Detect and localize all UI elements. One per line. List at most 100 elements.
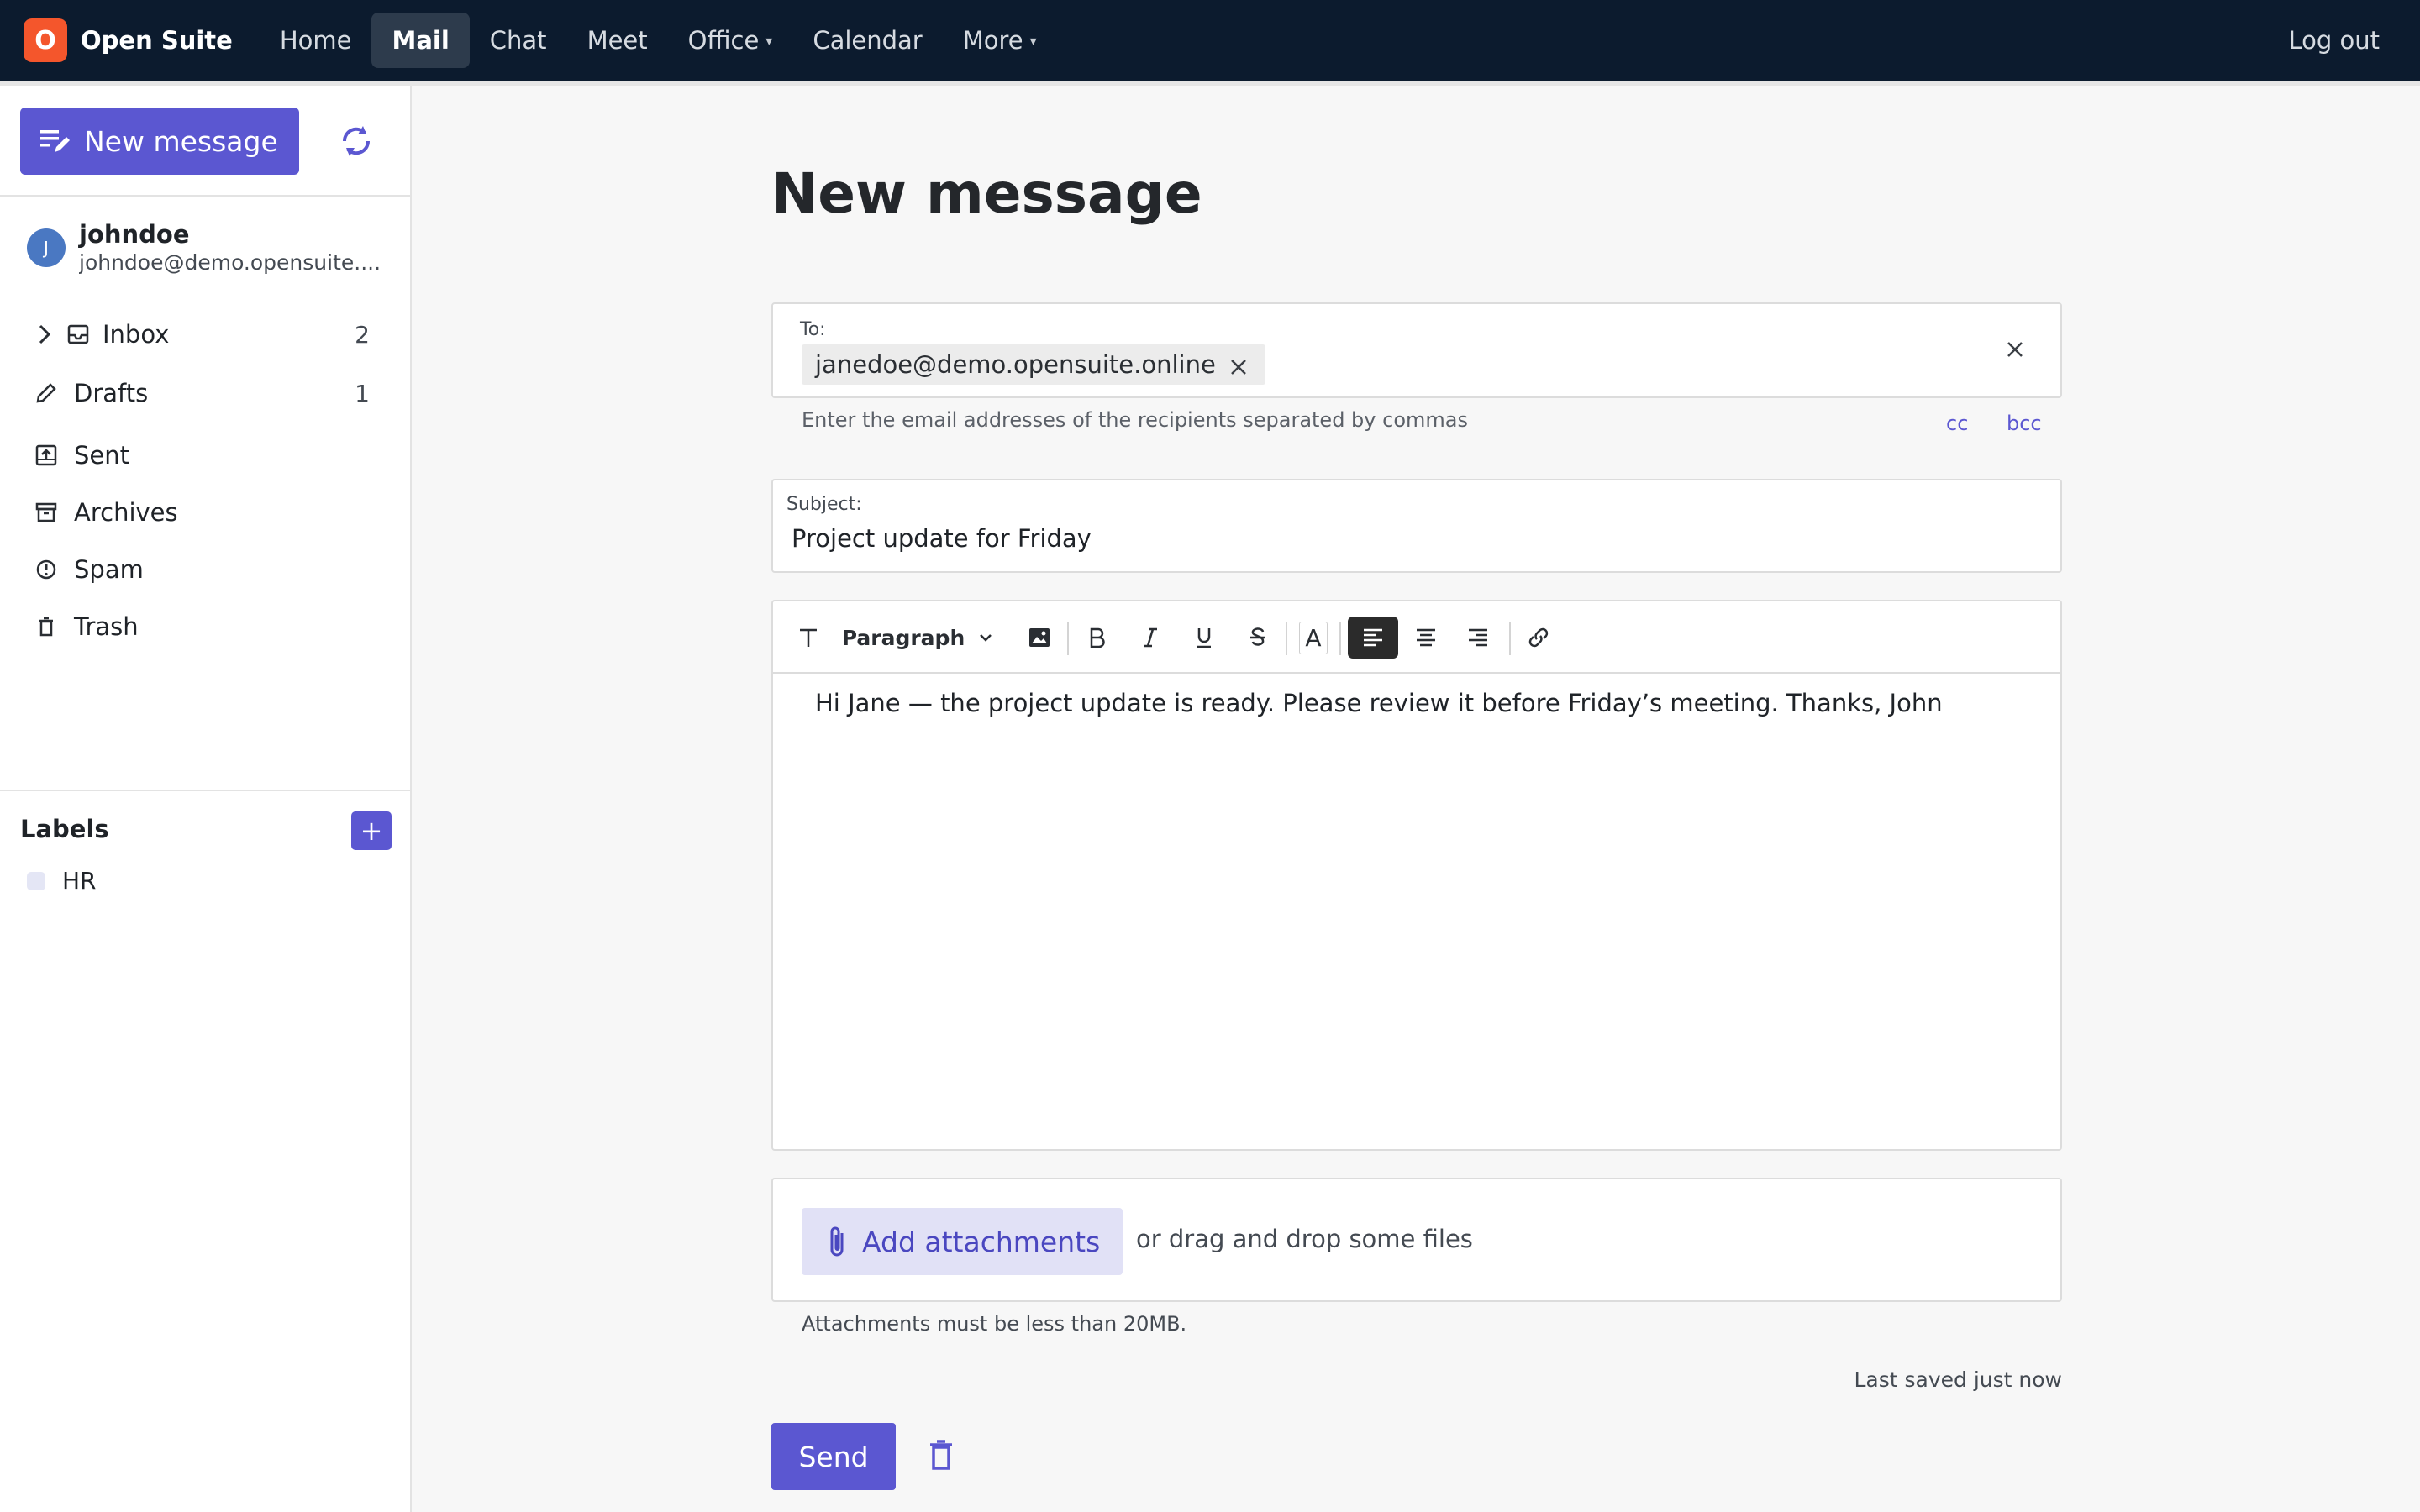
text-color-button[interactable]: A xyxy=(1294,618,1333,657)
add-attachments-button[interactable]: Add attachments xyxy=(802,1208,1123,1275)
compose-icon xyxy=(40,130,70,152)
sidebar-item-inbox[interactable]: Inbox 2 xyxy=(0,309,412,360)
avatar: J xyxy=(27,228,66,267)
sidebar-item-label: Drafts xyxy=(74,379,149,407)
paragraph-style-select[interactable]: Paragraph xyxy=(834,618,1002,657)
sidebar-item-label: Spam xyxy=(74,555,144,584)
align-center-icon xyxy=(1417,628,1435,647)
pencil-icon xyxy=(34,381,59,406)
recipients-hint: Enter the email addresses of the recipie… xyxy=(802,408,1468,432)
bold-button[interactable] xyxy=(1077,618,1116,657)
align-center-button[interactable] xyxy=(1405,618,1447,657)
archive-icon xyxy=(34,500,59,525)
sidebar-item-label: Archives xyxy=(74,498,178,527)
add-attachments-label: Add attachments xyxy=(862,1225,1101,1258)
account-text: johndoe johndoe@demo.opensuite.... xyxy=(79,220,415,275)
nav-item-office[interactable]: Office ▾ xyxy=(668,13,793,68)
new-message-button[interactable]: New message xyxy=(20,108,299,175)
close-icon xyxy=(1231,360,1246,375)
toolbar-divider xyxy=(1286,622,1287,655)
underline-button[interactable] xyxy=(1185,618,1223,657)
account-info[interactable]: J johndoe johndoe@demo.opensuite.... xyxy=(27,220,415,275)
cc-link[interactable]: cc xyxy=(1946,412,1968,435)
draft-count: 1 xyxy=(355,379,370,407)
to-field[interactable]: To: janedoe@demo.opensuite.online xyxy=(771,302,2062,398)
sidebar-divider xyxy=(0,195,412,197)
message-editor: Paragraph A Hi Jane — the project update… xyxy=(771,600,2062,1151)
to-label: To: xyxy=(800,319,826,340)
sidebar-item-archives[interactable]: Archives xyxy=(0,487,412,538)
text-color-icon: A xyxy=(1299,621,1328,654)
account-name: johndoe xyxy=(79,220,190,249)
nav-item-home[interactable]: Home xyxy=(260,13,372,68)
nav-item-calendar[interactable]: Calendar xyxy=(792,13,942,68)
strikethrough-icon xyxy=(1250,627,1265,646)
inbox-icon xyxy=(66,322,91,347)
attachments-dropzone[interactable]: Add attachments or drag and drop some fi… xyxy=(771,1178,2062,1302)
unread-count: 2 xyxy=(355,320,370,349)
sidebar-divider xyxy=(0,790,412,791)
italic-icon xyxy=(1144,627,1157,648)
plus-icon: + xyxy=(360,815,383,847)
save-status: Last saved just now xyxy=(1854,1368,2062,1392)
paragraph-style-label: Paragraph xyxy=(841,625,965,650)
attachment-size-note: Attachments must be less than 20MB. xyxy=(802,1312,1187,1336)
refresh-icon xyxy=(342,126,371,156)
nav-item-label: Calendar xyxy=(813,26,923,55)
toolbar-divider xyxy=(1509,622,1511,655)
recipient-chip[interactable]: janedoe@demo.opensuite.online xyxy=(802,344,1265,385)
nav-item-chat[interactable]: Chat xyxy=(470,13,567,68)
bcc-link[interactable]: bcc xyxy=(2007,412,2042,435)
sidebar-item-sent[interactable]: Sent xyxy=(0,430,412,480)
text-style-button[interactable] xyxy=(792,618,825,657)
nav-item-label: Home xyxy=(279,26,352,55)
logout-link[interactable]: Log out xyxy=(2288,26,2380,55)
subject-field[interactable]: Subject: Project update for Friday xyxy=(771,479,2062,573)
text-type-icon xyxy=(800,628,817,647)
align-right-button[interactable] xyxy=(1457,618,1499,657)
discard-draft-button[interactable] xyxy=(928,1438,955,1475)
chevron-down-icon xyxy=(980,634,992,642)
link-icon xyxy=(1528,627,1549,648)
sidebar-item-trash[interactable]: Trash xyxy=(0,601,412,652)
align-left-icon xyxy=(1364,628,1382,647)
nav-item-mail[interactable]: Mail xyxy=(371,13,470,68)
insert-image-button[interactable] xyxy=(1020,618,1059,657)
strikethrough-button[interactable] xyxy=(1239,618,1277,657)
bold-icon xyxy=(1090,627,1105,648)
sidebar-item-label: Trash xyxy=(74,612,139,641)
add-label-button[interactable]: + xyxy=(351,811,392,850)
recipient-chip-label: janedoe@demo.opensuite.online xyxy=(815,350,1216,379)
send-button[interactable]: Send xyxy=(771,1423,896,1490)
subject-input[interactable]: Project update for Friday xyxy=(792,524,1092,553)
refresh-button[interactable] xyxy=(334,119,378,163)
nav-item-more[interactable]: More ▾ xyxy=(943,13,1057,68)
label-item-hr[interactable]: HR xyxy=(27,867,97,895)
page-title: New message xyxy=(771,161,1202,226)
drop-hint: or drag and drop some files xyxy=(1136,1225,1473,1253)
nav-item-label: Office xyxy=(687,26,760,55)
align-left-button[interactable] xyxy=(1348,617,1398,659)
chevron-right-icon[interactable] xyxy=(32,322,57,347)
brand-name: Open Suite xyxy=(81,26,233,55)
caret-down-icon: ▾ xyxy=(1029,32,1037,49)
sent-icon xyxy=(34,443,59,468)
label-name: HR xyxy=(62,867,97,895)
clear-recipients-button[interactable] xyxy=(2005,339,2025,363)
nav-item-label: Meet xyxy=(587,26,648,55)
image-icon xyxy=(1029,628,1050,647)
close-icon xyxy=(2007,342,2023,357)
message-body-input[interactable]: Hi Jane — the project update is ready. P… xyxy=(815,689,1943,717)
nav-item-meet[interactable]: Meet xyxy=(567,13,668,68)
account-email: johndoe@demo.opensuite.... xyxy=(79,250,381,275)
brand[interactable]: O Open Suite xyxy=(24,18,233,62)
caret-down-icon: ▾ xyxy=(765,32,773,49)
sidebar-item-spam[interactable]: Spam xyxy=(0,544,412,595)
nav-item-label: More xyxy=(962,26,1023,55)
insert-link-button[interactable] xyxy=(1518,618,1560,657)
remove-recipient-button[interactable] xyxy=(1228,354,1249,383)
sidebar-item-drafts[interactable]: Drafts 1 xyxy=(0,368,412,418)
italic-button[interactable] xyxy=(1131,618,1170,657)
trash-icon xyxy=(930,1440,952,1470)
brand-logo-icon: O xyxy=(24,18,67,62)
